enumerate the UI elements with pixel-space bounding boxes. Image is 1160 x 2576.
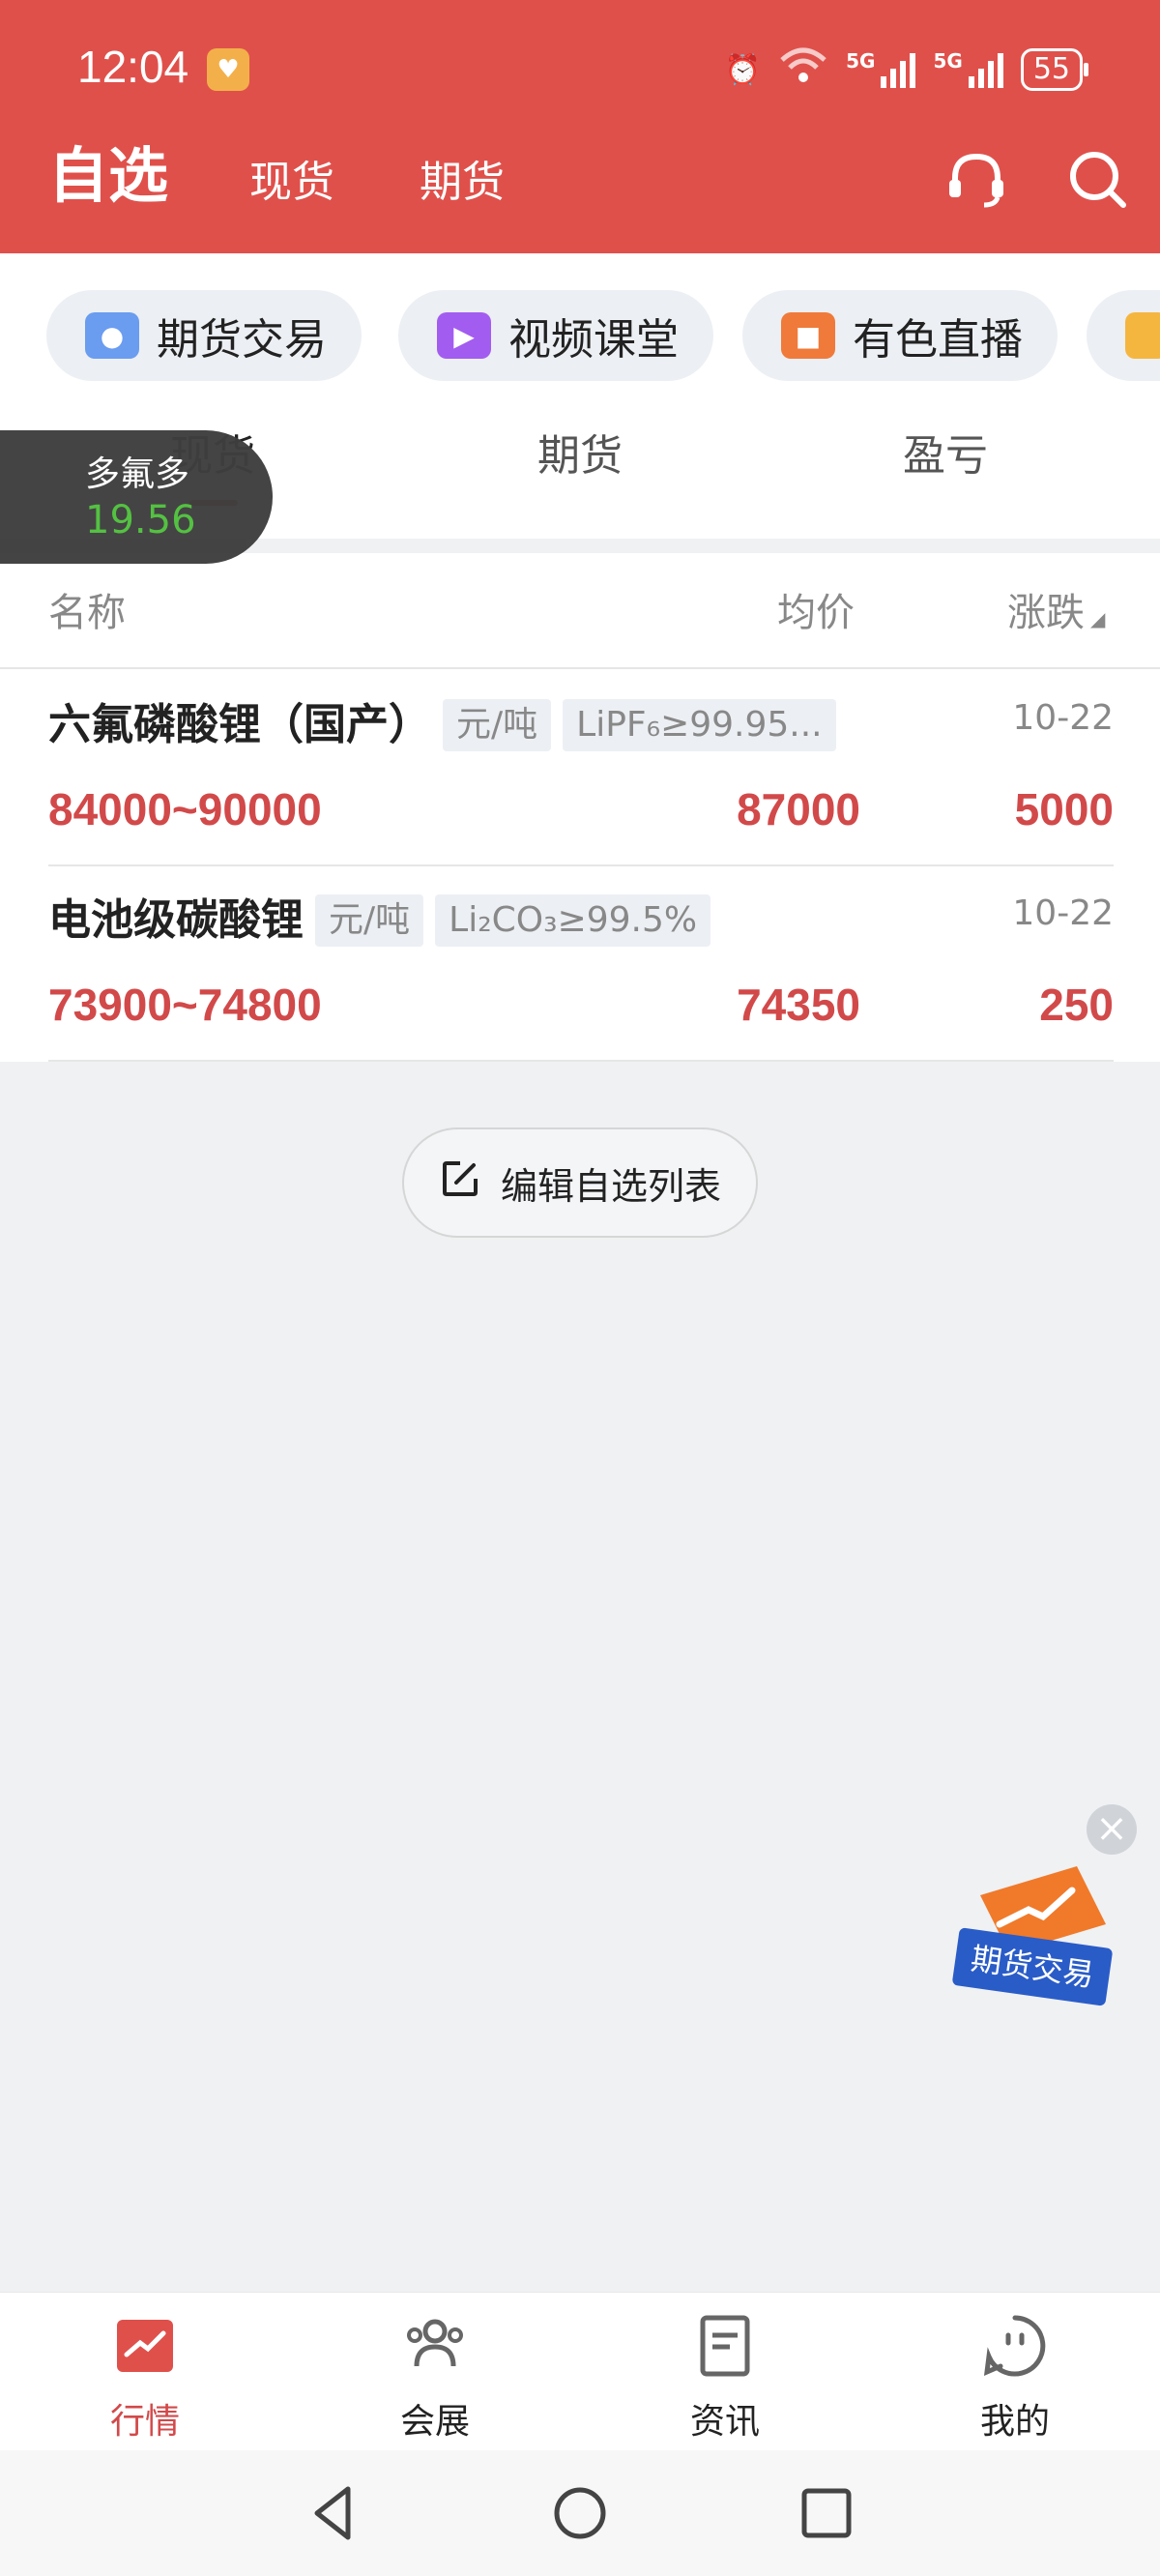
- row-change: 250: [1039, 980, 1114, 1030]
- chip-label: 期货交易: [157, 315, 327, 365]
- edit-watchlist-button[interactable]: 编辑自选列表: [402, 1127, 758, 1238]
- spec-tag: LiPF₆≥99.95...: [563, 699, 836, 751]
- chip-label: 有色直播: [853, 315, 1023, 365]
- folder-icon: [1125, 312, 1160, 359]
- chip-nonferrous-live[interactable]: ■ 有色直播: [742, 290, 1058, 381]
- table-row[interactable]: 电池级碳酸锂 元/吨 Li₂CO₃≥99.5% 10-22 73900~7480…: [48, 866, 1114, 1062]
- wifi-icon: [778, 46, 828, 93]
- trader-icon: ●: [85, 312, 139, 359]
- subtab-futures[interactable]: 期货: [537, 423, 623, 490]
- row-date: 10-22: [1012, 698, 1114, 738]
- unit-tag: 元/吨: [443, 699, 552, 751]
- ticker-name: 多氟多: [85, 454, 190, 494]
- futures-trading-promo[interactable]: 期货交易: [951, 1857, 1116, 2011]
- row-range: 73900~74800: [48, 980, 322, 1030]
- floating-ticker[interactable]: 多氟多 19.56: [0, 430, 273, 564]
- bottom-nav: 行情 会展 资讯 我的: [0, 2292, 1160, 2450]
- row-name: 电池级碳酸锂 元/吨 Li₂CO₃≥99.5%: [48, 890, 711, 951]
- bottom-nav-news[interactable]: 资讯: [628, 2312, 822, 2444]
- subtab-pnl[interactable]: 盈亏: [903, 423, 988, 490]
- row-date: 10-22: [1012, 893, 1114, 933]
- headset-icon[interactable]: [938, 141, 1015, 219]
- row-avg: 74350: [737, 980, 860, 1030]
- back-icon[interactable]: [300, 2479, 367, 2547]
- video-icon: ▶: [437, 312, 491, 359]
- col-change[interactable]: 涨跌 ◢: [1007, 586, 1105, 646]
- signal-1-icon: 5G: [846, 51, 916, 88]
- tab-futures[interactable]: 期货: [420, 149, 505, 217]
- bottom-nav-label: 资讯: [689, 2402, 760, 2442]
- edit-icon: [439, 1157, 481, 1209]
- status-time: 12:04: [77, 42, 189, 92]
- status-bar: 12:04 ♥ ⏰ 5G 5G 55: [0, 0, 1160, 135]
- col-avg[interactable]: 均价: [777, 586, 855, 640]
- chip-more[interactable]: [1087, 290, 1160, 381]
- bottom-nav-label: 会展: [399, 2402, 470, 2442]
- chip-video-class[interactable]: ▶ 视频课堂: [398, 290, 713, 381]
- tab-spot[interactable]: 现货: [249, 149, 334, 217]
- watchlist-table: 名称 均价 涨跌 ◢ 六氟磷酸锂（国产） 元/吨 LiPF₆≥99.95... 1…: [0, 553, 1160, 1062]
- row-change: 5000: [1014, 784, 1114, 834]
- recents-icon[interactable]: [793, 2479, 860, 2547]
- table-header: 名称 均价 涨跌 ◢: [0, 553, 1160, 669]
- bottom-nav-label: 我的: [979, 2402, 1050, 2442]
- search-icon[interactable]: [1059, 141, 1137, 219]
- chip-label: 视频课堂: [508, 315, 679, 365]
- market-icon: [111, 2312, 179, 2380]
- ticker-value: 19.56: [85, 498, 196, 542]
- status-icons: ⏰ 5G 5G 55: [724, 44, 1089, 95]
- bottom-nav-exhibition[interactable]: 会展: [338, 2312, 532, 2444]
- system-nav-bar: [0, 2450, 1160, 2576]
- col-name: 名称: [48, 591, 126, 635]
- spec-tag: Li₂CO₃≥99.5%: [435, 894, 711, 947]
- signal-2-icon: 5G: [933, 51, 1003, 88]
- app-header: 12:04 ♥ ⏰ 5G 5G 55 自选 现货 期货: [0, 0, 1160, 253]
- table-row[interactable]: 六氟磷酸锂（国产） 元/吨 LiPF₆≥99.95... 10-22 84000…: [48, 671, 1114, 866]
- heart-badge-icon: ♥: [207, 48, 249, 91]
- bottom-nav-market[interactable]: 行情: [48, 2312, 242, 2444]
- close-icon[interactable]: ×: [1087, 1804, 1137, 1855]
- battery-indicator: 55: [1020, 48, 1089, 91]
- news-icon: [691, 2312, 759, 2380]
- profile-icon: [981, 2312, 1049, 2380]
- bottom-nav-label: 行情: [109, 2402, 180, 2442]
- chip-futures-trading[interactable]: ● 期货交易: [46, 290, 362, 381]
- row-range: 84000~90000: [48, 784, 322, 834]
- top-nav: 自选 现货 期货: [0, 135, 1160, 253]
- row-name: 六氟磷酸锂（国产） 元/吨 LiPF₆≥99.95...: [48, 694, 836, 756]
- unit-tag: 元/吨: [315, 894, 424, 947]
- quick-entry-bar: ● 期货交易 ▶ 视频课堂 ■ 有色直播: [0, 253, 1160, 403]
- sort-icon: ◢: [1090, 607, 1106, 630]
- people-icon: [401, 2312, 469, 2380]
- home-icon[interactable]: [546, 2479, 614, 2547]
- row-avg: 87000: [737, 784, 860, 834]
- bottom-nav-profile[interactable]: 我的: [918, 2312, 1112, 2444]
- alarm-icon: ⏰: [724, 52, 762, 87]
- page-title: 自选: [48, 140, 169, 211]
- edit-label: 编辑自选列表: [500, 1164, 721, 1208]
- live-camera-icon: ■: [781, 312, 835, 359]
